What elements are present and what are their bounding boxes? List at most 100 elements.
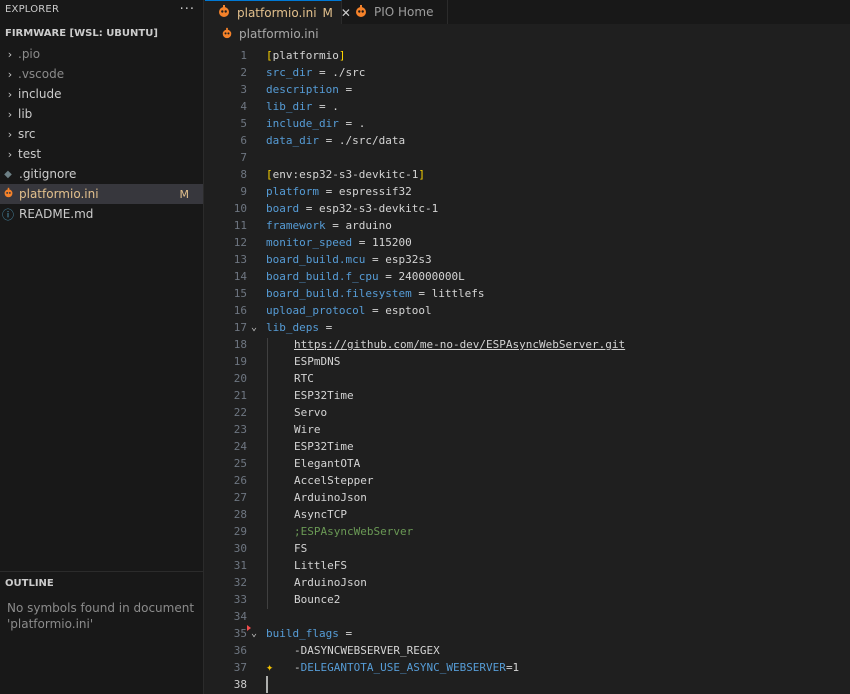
code-token: platform — [266, 185, 319, 198]
code-line[interactable]: 6 data_dir = ./src/data — [205, 132, 850, 149]
code-token: ArduinoJson — [294, 576, 367, 589]
code-line[interactable]: 11 framework = arduino — [205, 217, 850, 234]
code-token: lib_deps — [266, 321, 319, 334]
code-token: https://github.com/me-no-dev/ESPAsyncWeb… — [294, 338, 626, 351]
code-token: framework — [266, 219, 326, 232]
line-number: 25 — [233, 457, 247, 470]
code-line[interactable]: 19 ESPmDNS — [205, 353, 850, 370]
code-line[interactable]: 37 ✦ -DELEGANTOTA_USE_ASYNC_WEBSERVER=1 — [205, 659, 850, 676]
line-text: description = — [266, 81, 352, 98]
code-line[interactable]: 17 ⌄ lib_deps = — [205, 319, 850, 336]
line-text: board = esp32-s3-devkitc-1 — [266, 200, 438, 217]
code-token: [ — [266, 49, 273, 62]
code-line[interactable]: 12 monitor_speed = 115200 — [205, 234, 850, 251]
line-number: 6 — [240, 134, 247, 147]
code-token: monitor_speed — [266, 236, 353, 249]
code-token: description — [266, 83, 339, 96]
line-text: [env:esp32-s3-devkitc-1] — [266, 166, 425, 183]
sparkle-icon[interactable]: ✦ — [266, 659, 273, 676]
line-number: 34 — [233, 610, 247, 623]
code-line[interactable]: 4 lib_dir = . — [205, 98, 850, 115]
code-line[interactable]: 28 AsyncTCP — [205, 506, 850, 523]
code-line[interactable]: 8 [env:esp32-s3-devkitc-1] — [205, 166, 850, 183]
tree-item-include[interactable]: › include — [0, 84, 203, 104]
fold-chevron-icon[interactable]: ⌄ — [251, 319, 257, 336]
code-line[interactable]: 25 ElegantOTA — [205, 455, 850, 472]
code-token: RTC — [294, 372, 314, 385]
code-line[interactable]: 29 ;ESPAsyncWebServer — [205, 523, 850, 540]
code-editor[interactable]: 1 [platformio] 2 src_dir = ./src 3 descriptio… — [205, 44, 850, 694]
code-token: ;ESPAsyncWebServer — [294, 525, 414, 538]
code-line[interactable]: 34 — [205, 608, 850, 625]
code-line[interactable]: 36 -DASYNCWEBSERVER_REGEX — [205, 642, 850, 659]
code-line[interactable]: 10 board = esp32-s3-devkitc-1 — [205, 200, 850, 217]
fold-chevron-icon[interactable]: ⌄ — [251, 625, 257, 642]
tree-item-test[interactable]: › test — [0, 144, 203, 164]
code-token: LittleFS — [294, 559, 347, 572]
code-line[interactable]: 31 LittleFS — [205, 557, 850, 574]
code-line[interactable]: 20 RTC — [205, 370, 850, 387]
tree-item-readme-md[interactable]: ⓘ README.md — [0, 204, 203, 224]
code-line[interactable]: 21 ESP32Time — [205, 387, 850, 404]
explorer-title: EXPLORER — [5, 3, 60, 15]
code-line[interactable]: 3 description = — [205, 81, 850, 98]
code-token: = — [318, 321, 333, 334]
tab-platformio-ini[interactable]: platformio.ini M ✕ — [205, 0, 351, 24]
code-line[interactable]: 38 — [205, 676, 850, 693]
line-number: 10 — [233, 202, 247, 215]
line-text: include_dir = . — [266, 115, 365, 132]
code-line[interactable]: 24 ESP32Time — [205, 438, 850, 455]
code-token: = . — [312, 100, 339, 113]
code-line[interactable]: 15 board_build.filesystem = littlefs — [205, 285, 850, 302]
line-number: 32 — [233, 576, 247, 589]
code-line[interactable]: 7 — [205, 149, 850, 166]
info-icon: ⓘ — [2, 207, 15, 222]
code-line[interactable]: 32 ArduinoJson — [205, 574, 850, 591]
code-line[interactable]: 13 board_build.mcu = esp32s3 — [205, 251, 850, 268]
tree-item-lib[interactable]: › lib — [0, 104, 203, 124]
line-number: 3 — [240, 83, 247, 96]
code-line[interactable]: 5 include_dir = . — [205, 115, 850, 132]
code-line[interactable]: 9 platform = espressif32 — [205, 183, 850, 200]
more-actions-icon[interactable]: ··· — [180, 2, 195, 17]
code-line[interactable]: 35 ⌄ build_flags = — [205, 625, 850, 642]
code-token: = esptool — [365, 304, 432, 317]
tab-pio-home[interactable]: PIO Home — [342, 0, 448, 24]
tab-label: platformio.ini — [237, 5, 317, 20]
code-line[interactable]: 16 upload_protocol = esptool — [205, 302, 850, 319]
code-line[interactable]: 23 Wire — [205, 421, 850, 438]
line-text: ArduinoJson — [294, 574, 367, 591]
code-line[interactable]: 26 AccelStepper — [205, 472, 850, 489]
tree-item-vscode[interactable]: › .vscode — [0, 64, 203, 84]
line-number: 35 — [233, 627, 247, 640]
code-line[interactable]: 30 FS — [205, 540, 850, 557]
line-number: 5 — [240, 117, 247, 130]
code-line[interactable]: 27 ArduinoJson — [205, 489, 850, 506]
line-number: 23 — [233, 423, 247, 436]
editor-tabs: platformio.ini M ✕ PIO Home — [205, 0, 850, 24]
code-line[interactable]: 22 Servo — [205, 404, 850, 421]
code-line[interactable]: 1 [platformio] — [205, 47, 850, 64]
code-line[interactable]: 18 https://github.com/me-no-dev/ESPAsyncW… — [205, 336, 850, 353]
breadcrumb-file[interactable]: platformio.ini — [239, 27, 319, 41]
line-number: 27 — [233, 491, 247, 504]
tree-item-label: lib — [18, 107, 33, 121]
code-token: ESP32Time — [294, 440, 354, 453]
tree-item-pio[interactable]: › .pio — [0, 44, 203, 64]
code-token: Wire — [294, 423, 321, 436]
tab-label: PIO Home — [374, 5, 434, 19]
line-number: 33 — [233, 593, 247, 606]
tree-item-src[interactable]: › src — [0, 124, 203, 144]
code-line[interactable]: 2 src_dir = ./src — [205, 64, 850, 81]
tree-item-platformio-ini[interactable]: platformio.ini M — [0, 184, 203, 204]
line-number: 19 — [233, 355, 247, 368]
code-line[interactable]: 14 board_build.f_cpu = 240000000L — [205, 268, 850, 285]
line-text: ESP32Time — [294, 387, 354, 404]
code-line[interactable]: 33 Bounce2 — [205, 591, 850, 608]
code-token: = esp32-s3-devkitc-1 — [299, 202, 439, 215]
code-token: = 240000000L — [378, 270, 465, 283]
line-text: board_build.mcu = esp32s3 — [266, 251, 432, 268]
outline-title[interactable]: OUTLINE — [0, 572, 203, 594]
line-number: 1 — [240, 49, 247, 62]
tree-item-gitignore[interactable]: ◆ .gitignore — [0, 164, 203, 184]
